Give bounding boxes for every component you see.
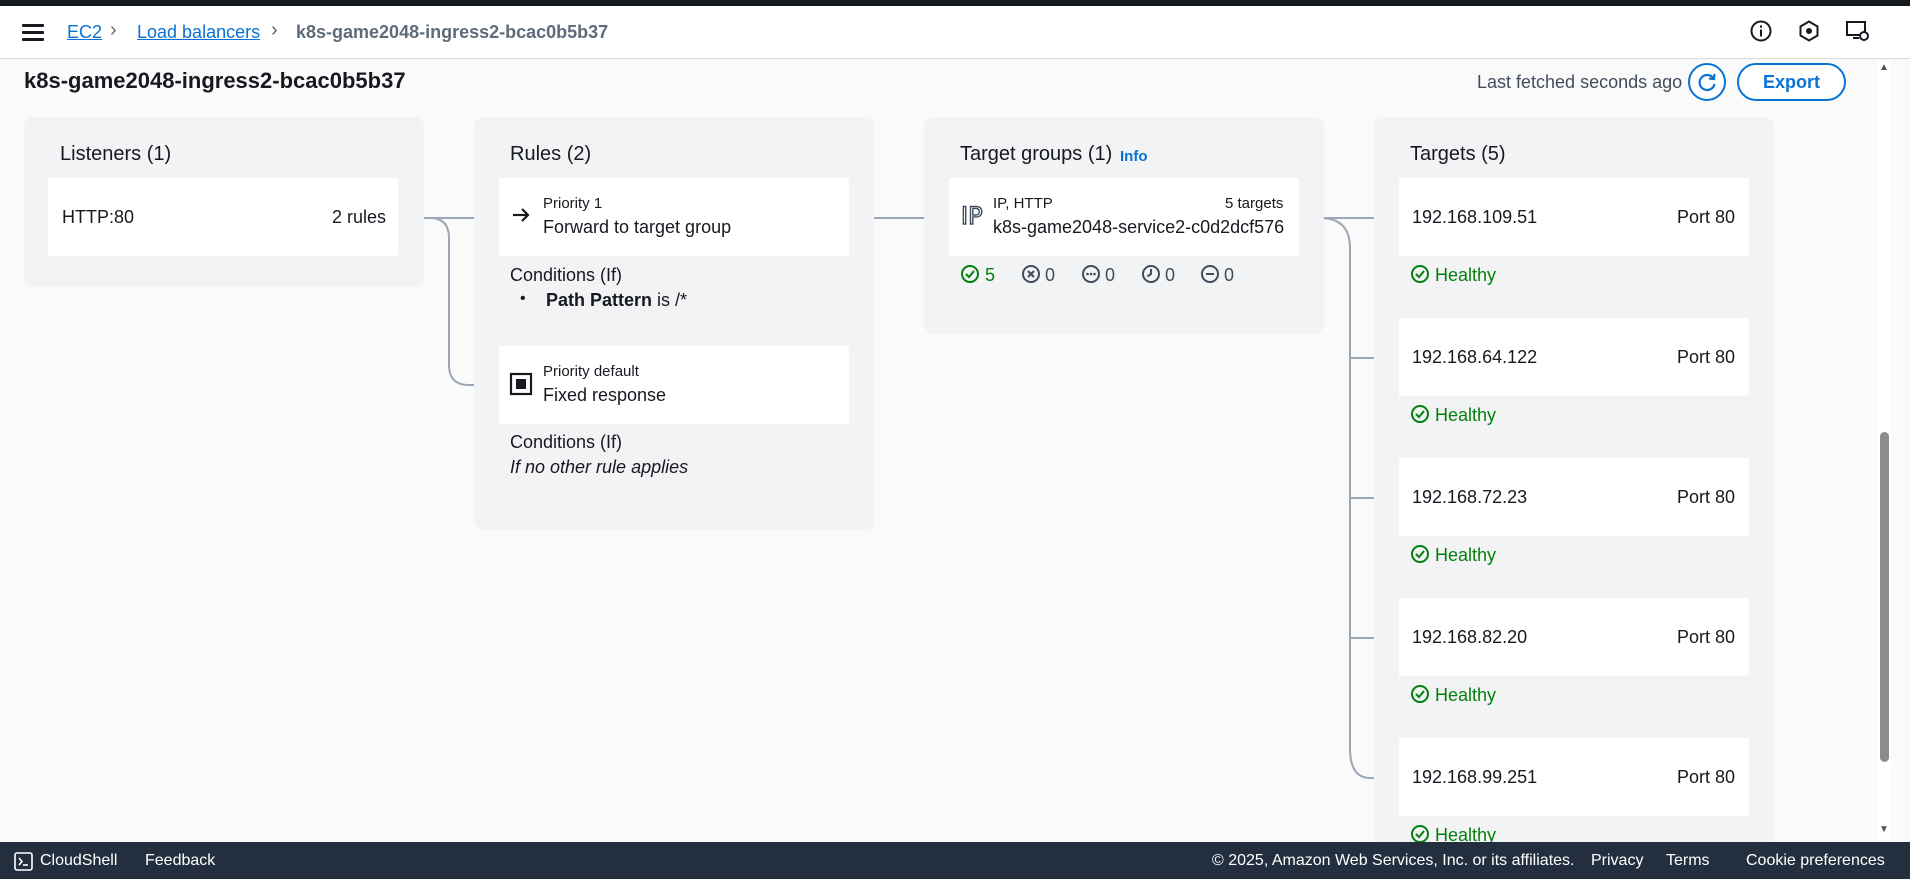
rule-action: Fixed response	[543, 385, 667, 405]
healthy-status-icon	[1411, 265, 1429, 283]
target-status: Healthy	[1435, 265, 1497, 285]
unavailable-count: 0	[1224, 265, 1235, 285]
target-group-name: k8s-game2048-service2-c0d2dcf576	[993, 217, 1285, 237]
conditions-title: Conditions (If)	[510, 432, 623, 452]
healthy-status-icon	[1411, 685, 1429, 703]
listeners-title: Listeners (1)	[60, 143, 172, 165]
rule-action: Forward to target group	[543, 217, 732, 237]
target-ip: 192.168.109.51	[1412, 207, 1538, 227]
healthy-count: 5	[985, 265, 996, 285]
target-groups-title: Target groups (1)	[960, 143, 1113, 165]
fixed-response-icon	[509, 372, 533, 396]
target-port: Port 80	[1677, 767, 1736, 787]
scrollbar-thumb[interactable]	[1880, 432, 1889, 762]
condition-key: Path Pattern	[546, 290, 653, 310]
scroll-up-icon[interactable]: ▲	[1879, 62, 1889, 73]
unavailable-status-icon	[1201, 265, 1219, 283]
target-group-type: IP, HTTP	[993, 195, 1053, 212]
draining-status-icon	[1142, 265, 1160, 283]
unused-status-icon	[1082, 265, 1100, 283]
terms-link[interactable]: Terms	[1666, 852, 1710, 870]
unhealthy-status-icon	[1022, 265, 1040, 283]
info-link[interactable]: Info	[1120, 148, 1148, 165]
cookie-preferences-link[interactable]: Cookie preferences	[1746, 852, 1885, 870]
condition-text: Path Pattern is /*	[546, 290, 687, 311]
bullet: •	[520, 290, 526, 307]
listener-protocol: HTTP:80	[62, 207, 135, 227]
rule-priority: Priority 1	[543, 195, 603, 212]
target-port: Port 80	[1677, 207, 1736, 227]
targets-title: Targets (5)	[1410, 143, 1506, 165]
healthy-status-icon	[1411, 405, 1429, 423]
target-ip: 192.168.72.23	[1412, 487, 1528, 507]
target-status: Healthy	[1435, 545, 1497, 565]
rule-priority: Priority default	[543, 363, 639, 380]
target-group-count: 5 targets	[1225, 195, 1284, 212]
target-port: Port 80	[1677, 487, 1736, 507]
arrow-right-icon	[513, 208, 530, 222]
feedback-link[interactable]: Feedback	[145, 852, 215, 870]
target-port: Port 80	[1677, 347, 1736, 367]
cloudshell-icon[interactable]	[14, 852, 33, 871]
target-ip: 192.168.82.20	[1412, 627, 1528, 647]
copyright-text: © 2025, Amazon Web Services, Inc. or its…	[1212, 852, 1575, 869]
scroll-down-icon[interactable]: ▼	[1879, 824, 1889, 835]
target-ip: 192.168.64.122	[1412, 347, 1538, 367]
target-status: Healthy	[1435, 685, 1497, 705]
privacy-link[interactable]: Privacy	[1591, 852, 1643, 870]
healthy-status-icon	[1411, 545, 1429, 563]
condition-operator: is /*	[652, 290, 688, 310]
ip-icon: IP	[960, 201, 983, 230]
condition-default-text: If no other rule applies	[510, 457, 689, 477]
unhealthy-count: 0	[1045, 265, 1056, 285]
target-port: Port 80	[1677, 627, 1736, 647]
healthy-status-icon	[1411, 825, 1429, 843]
cloudshell-link[interactable]: CloudShell	[40, 852, 117, 870]
conditions-title: Conditions (If)	[510, 265, 623, 285]
rules-title: Rules (2)	[510, 143, 592, 165]
listener-rules-count: 2 rules	[332, 207, 387, 227]
healthy-status-icon	[961, 265, 979, 283]
unused-count: 0	[1105, 265, 1116, 285]
target-status: Healthy	[1435, 405, 1497, 425]
target-ip: 192.168.99.251	[1412, 767, 1538, 787]
draining-count: 0	[1165, 265, 1176, 285]
